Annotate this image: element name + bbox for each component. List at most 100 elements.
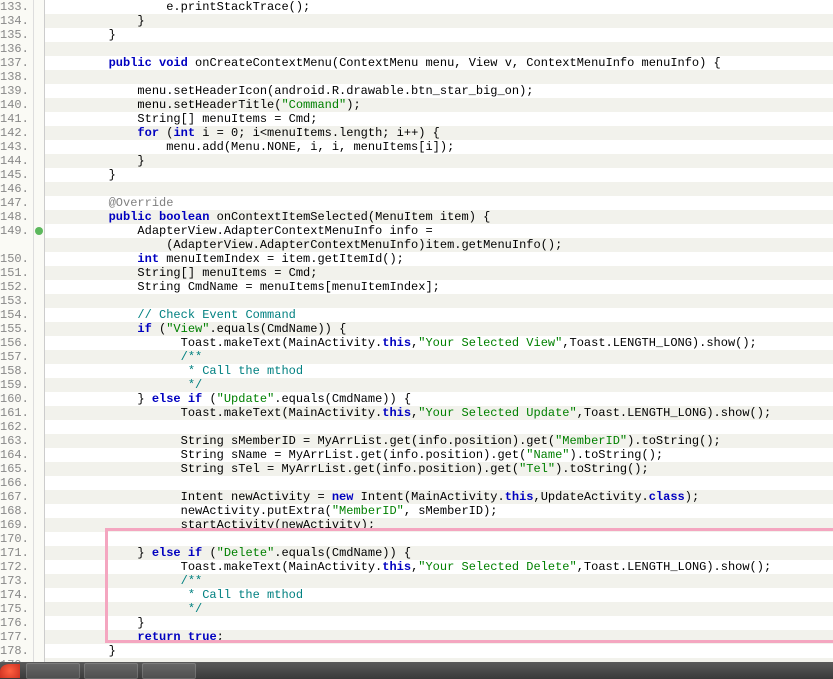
margin-cell <box>34 84 44 98</box>
code-line[interactable]: AdapterView.AdapterContextMenuInfo info … <box>45 224 833 238</box>
code-line[interactable]: } <box>45 28 833 42</box>
code-area[interactable]: e.printStackTrace(); } } public void onC… <box>45 0 833 662</box>
line-number: 178. <box>0 644 27 658</box>
margin-cell <box>34 266 44 280</box>
code-line[interactable]: Toast.makeText(MainActivity.this,"Your S… <box>45 336 833 350</box>
line-number: 156. <box>0 336 27 350</box>
code-line[interactable] <box>45 70 833 84</box>
margin-cell <box>34 630 44 644</box>
margin-cell <box>34 364 44 378</box>
code-line[interactable]: String CmdName = menuItems[menuItemIndex… <box>45 280 833 294</box>
code-line[interactable]: for (int i = 0; i<menuItems.length; i++)… <box>45 126 833 140</box>
line-number: 168. <box>0 504 27 518</box>
code-line[interactable]: public boolean onContextItemSelected(Men… <box>45 210 833 224</box>
line-number: 147. <box>0 196 27 210</box>
code-line[interactable]: */ <box>45 378 833 392</box>
code-line[interactable]: menu.setHeaderTitle("Command"); <box>45 98 833 112</box>
margin-cell <box>34 0 44 14</box>
margin-cell <box>34 42 44 56</box>
line-number: 159. <box>0 378 27 392</box>
margin-cell <box>34 336 44 350</box>
margin-cell <box>34 588 44 602</box>
line-number: 151. <box>0 266 27 280</box>
line-number-gutter: 133.134.135.136.137.138.139.140.141.142.… <box>0 0 34 662</box>
line-number: 165. <box>0 462 27 476</box>
line-number: 140. <box>0 98 27 112</box>
code-line[interactable]: } else if ("Update".equals(CmdName)) { <box>45 392 833 406</box>
code-line[interactable]: menu.add(Menu.NONE, i, i, menuItems[i]); <box>45 140 833 154</box>
code-line[interactable]: } <box>45 14 833 28</box>
code-line[interactable]: startActivity(newActivity); <box>45 518 833 532</box>
line-number: 173. <box>0 574 27 588</box>
code-line[interactable]: } <box>45 168 833 182</box>
code-line[interactable]: if ("View".equals(CmdName)) { <box>45 322 833 336</box>
taskbar[interactable] <box>0 662 833 679</box>
code-line[interactable]: String sMemberID = MyArrList.get(info.po… <box>45 434 833 448</box>
line-number: 162. <box>0 420 27 434</box>
code-line[interactable] <box>45 42 833 56</box>
code-line[interactable]: (AdapterView.AdapterContextMenuInfo)item… <box>45 238 833 252</box>
code-line[interactable]: e.printStackTrace(); <box>45 0 833 14</box>
line-number: 166. <box>0 476 27 490</box>
code-line[interactable]: Intent newActivity = new Intent(MainActi… <box>45 490 833 504</box>
taskbar-item[interactable] <box>84 663 138 679</box>
code-line[interactable]: String[] menuItems = Cmd; <box>45 112 833 126</box>
code-line[interactable] <box>45 182 833 196</box>
line-number <box>0 238 27 252</box>
code-line[interactable]: String sName = MyArrList.get(info.positi… <box>45 448 833 462</box>
code-line[interactable]: String[] menuItems = Cmd; <box>45 266 833 280</box>
code-line[interactable]: } <box>45 616 833 630</box>
code-line[interactable]: */ <box>45 602 833 616</box>
code-line[interactable] <box>45 532 833 546</box>
line-number: 146. <box>0 182 27 196</box>
code-line[interactable]: menu.setHeaderIcon(android.R.drawable.bt… <box>45 84 833 98</box>
code-line[interactable]: * Call the mthod <box>45 588 833 602</box>
line-number: 148. <box>0 210 27 224</box>
margin-cell <box>34 644 44 658</box>
line-number: 142. <box>0 126 27 140</box>
margin-cell <box>34 518 44 532</box>
taskbar-item[interactable] <box>142 663 196 679</box>
code-line[interactable]: public void onCreateContextMenu(ContextM… <box>45 56 833 70</box>
start-button[interactable] <box>0 664 20 678</box>
margin-cell <box>34 392 44 406</box>
code-line[interactable]: * Call the mthod <box>45 364 833 378</box>
line-number: 138. <box>0 70 27 84</box>
code-line[interactable]: Toast.makeText(MainActivity.this,"Your S… <box>45 560 833 574</box>
code-editor[interactable]: 133.134.135.136.137.138.139.140.141.142.… <box>0 0 833 662</box>
line-number: 152. <box>0 280 27 294</box>
margin-cell <box>34 140 44 154</box>
code-line[interactable] <box>45 294 833 308</box>
line-number: 170. <box>0 532 27 546</box>
line-number: 135. <box>0 28 27 42</box>
code-line[interactable]: int menuItemIndex = item.getItemId(); <box>45 252 833 266</box>
margin-cell <box>34 504 44 518</box>
code-line[interactable]: Toast.makeText(MainActivity.this,"Your S… <box>45 406 833 420</box>
code-line[interactable]: } <box>45 644 833 658</box>
line-number: 160. <box>0 392 27 406</box>
line-number: 144. <box>0 154 27 168</box>
margin-cell <box>34 294 44 308</box>
line-number: 164. <box>0 448 27 462</box>
code-line[interactable] <box>45 420 833 434</box>
taskbar-item[interactable] <box>26 663 80 679</box>
margin-cell <box>34 238 44 252</box>
code-line[interactable]: /** <box>45 350 833 364</box>
code-line[interactable]: return true; <box>45 630 833 644</box>
code-line[interactable]: @Override <box>45 196 833 210</box>
code-line[interactable] <box>45 476 833 490</box>
code-line[interactable]: } else if ("Delete".equals(CmdName)) { <box>45 546 833 560</box>
code-line[interactable]: /** <box>45 574 833 588</box>
code-line[interactable]: } <box>45 154 833 168</box>
margin-cell <box>34 308 44 322</box>
line-number: 163. <box>0 434 27 448</box>
line-number: 172. <box>0 560 27 574</box>
line-number: 175. <box>0 602 27 616</box>
code-line[interactable]: newActivity.putExtra("MemberID", sMember… <box>45 504 833 518</box>
margin-cell <box>34 112 44 126</box>
margin-cell <box>34 434 44 448</box>
code-line[interactable]: String sTel = MyArrList.get(info.positio… <box>45 462 833 476</box>
code-line[interactable]: // Check Event Command <box>45 308 833 322</box>
line-number: 136. <box>0 42 27 56</box>
margin-cell <box>34 406 44 420</box>
